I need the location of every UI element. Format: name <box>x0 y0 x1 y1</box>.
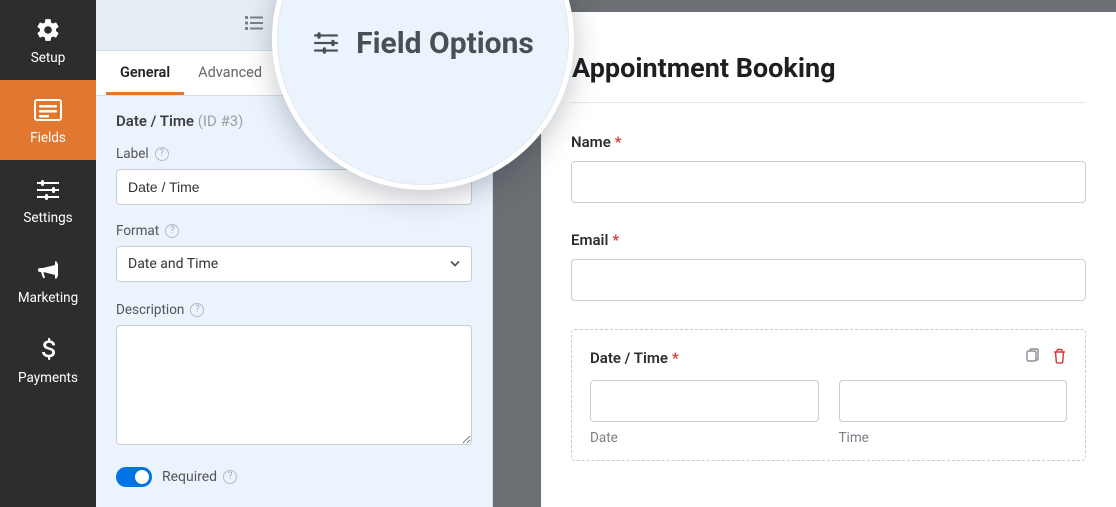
help-icon[interactable]: ? <box>165 224 179 238</box>
list-icon <box>245 16 263 34</box>
required-label: Required ? <box>162 469 237 485</box>
nav-label: Fields <box>30 130 66 146</box>
time-input[interactable] <box>839 380 1068 422</box>
time-column: Time <box>839 380 1068 446</box>
email-input[interactable] <box>571 259 1086 301</box>
row-required: Required ? <box>96 451 492 495</box>
nav-label: Payments <box>18 370 78 386</box>
required-indicator: * <box>612 231 619 249</box>
sliders-icon <box>34 176 62 204</box>
sliders-icon <box>312 31 340 55</box>
nav-item-payments[interactable]: Payments <box>0 320 96 400</box>
duplicate-icon[interactable] <box>1024 348 1040 368</box>
nav-item-setup[interactable]: Setup <box>0 0 96 80</box>
label-text: Name <box>571 133 611 151</box>
label-text: Format <box>116 223 159 239</box>
description-label: Description ? <box>116 302 472 318</box>
label-text: Description <box>116 302 184 318</box>
canvas: Appointment Booking Name * Email * <box>493 0 1116 507</box>
nav-item-marketing[interactable]: Marketing <box>0 240 96 320</box>
magnifier-content: Field Options <box>312 26 534 61</box>
required-indicator: * <box>615 133 622 151</box>
form-title: Appointment Booking <box>571 52 1086 84</box>
row-description: Description ? <box>96 294 492 451</box>
field-actions <box>1024 348 1067 368</box>
help-icon[interactable]: ? <box>223 470 237 484</box>
row-format: Format ? Date and Time <box>96 215 492 284</box>
field-label: Email * <box>571 231 1086 249</box>
label-text: Email <box>571 231 608 249</box>
subtab-general[interactable]: General <box>106 51 184 95</box>
label-text: Date / Time <box>590 349 668 367</box>
required-indicator: * <box>672 349 679 367</box>
field-id: (ID #3) <box>198 112 244 130</box>
description-textarea[interactable] <box>116 325 472 445</box>
help-icon[interactable]: ? <box>190 303 204 317</box>
nav-item-fields[interactable]: Fields <box>0 80 96 160</box>
field-label: Date / Time * <box>590 349 679 367</box>
subtab-advanced[interactable]: Advanced <box>184 51 276 95</box>
app-root: Setup Fields Settings Marketing Payments <box>0 0 1116 507</box>
form-icon <box>34 96 62 124</box>
trash-icon[interactable] <box>1052 348 1067 368</box>
form-preview: Appointment Booking Name * Email * <box>541 12 1116 507</box>
nav-label: Marketing <box>18 290 78 306</box>
field-name: Date / Time <box>116 112 194 130</box>
preview-field-datetime[interactable]: Date / Time * Date <box>571 329 1086 461</box>
format-select[interactable]: Date and Time <box>116 246 472 282</box>
time-sublabel: Time <box>839 430 1068 446</box>
main-nav: Setup Fields Settings Marketing Payments <box>0 0 96 507</box>
magnifier-title: Field Options <box>356 26 534 61</box>
bullhorn-icon <box>34 256 62 284</box>
nav-label: Settings <box>23 210 72 226</box>
date-input[interactable] <box>590 380 819 422</box>
divider <box>571 102 1086 103</box>
preview-field-name[interactable]: Name * <box>571 133 1086 203</box>
help-icon[interactable]: ? <box>155 147 169 161</box>
nav-item-settings[interactable]: Settings <box>0 160 96 240</box>
nav-label: Setup <box>31 50 66 66</box>
dollar-icon <box>34 336 62 364</box>
label-text: Required <box>162 469 217 485</box>
field-label: Name * <box>571 133 1086 151</box>
date-sublabel: Date <box>590 430 819 446</box>
datetime-header: Date / Time * <box>590 348 1067 368</box>
datetime-grid: Date Time <box>590 380 1067 446</box>
gear-icon <box>34 16 62 44</box>
name-input[interactable] <box>571 161 1086 203</box>
date-column: Date <box>590 380 819 446</box>
format-select-wrap: Date and Time <box>116 246 472 282</box>
required-toggle[interactable] <box>116 467 152 487</box>
label-text: Label <box>116 146 149 162</box>
format-label: Format ? <box>116 223 472 239</box>
preview-field-email[interactable]: Email * <box>571 231 1086 301</box>
